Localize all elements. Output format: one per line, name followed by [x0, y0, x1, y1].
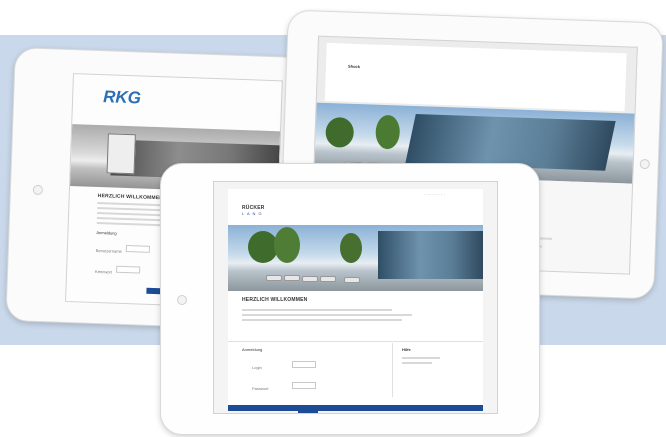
user-field[interactable] [126, 245, 151, 254]
password-field[interactable] [292, 382, 317, 390]
help-title: Hilfe [402, 347, 411, 352]
header-area: Shock [324, 42, 627, 112]
top-right-link[interactable]: · · · · · · · · · [424, 192, 445, 197]
brand-line-2: L A N G [242, 211, 263, 216]
home-button[interactable] [639, 158, 650, 170]
password-label: Passwort [252, 386, 269, 391]
footer-bar [228, 405, 483, 411]
login-label: Anmeldung [242, 347, 263, 352]
tablet-front: · · · · · · · · · RÜCKER L A N G HERZLIC… [160, 163, 540, 435]
home-button[interactable] [32, 184, 44, 196]
rkg-logo: RKG [102, 87, 142, 108]
password-label: Kennwort [94, 268, 113, 275]
user-label: Benutzername [95, 247, 122, 254]
password-field[interactable] [116, 265, 141, 274]
user-field[interactable] [292, 361, 317, 369]
tablet-front-screen: · · · · · · · · · RÜCKER L A N G HERZLIC… [213, 181, 498, 414]
brand-logo: Shock [347, 63, 361, 70]
home-button[interactable] [177, 295, 187, 305]
dealership-photo [228, 225, 483, 291]
welcome-heading: HERZLICH WILLKOMMEN [242, 297, 308, 303]
page-body: · · · · · · · · · RÜCKER L A N G HERZLIC… [228, 189, 483, 413]
sign-pylon [106, 133, 136, 175]
user-label: Login [252, 365, 262, 370]
